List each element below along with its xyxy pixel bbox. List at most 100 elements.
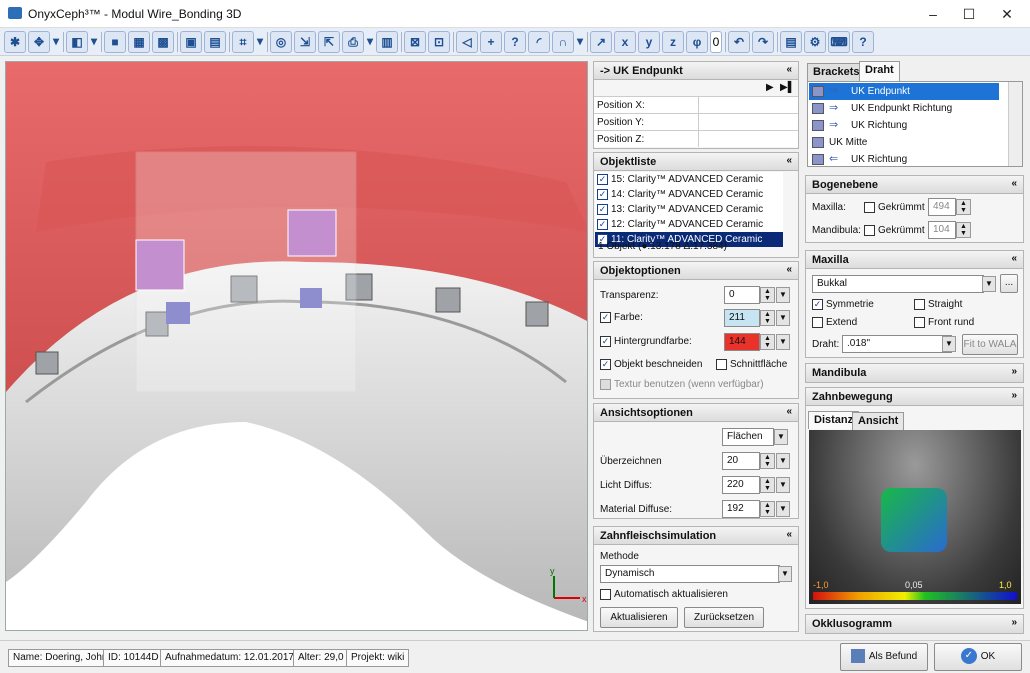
position-value[interactable] <box>698 97 798 113</box>
list-item[interactable]: ✓ 14: Clarity™ ADVANCED Ceramic <box>595 187 783 202</box>
bg-color-checkbox[interactable]: ✓ <box>600 336 611 347</box>
tab-draht[interactable]: Draht <box>859 61 900 81</box>
method-select[interactable]: Dynamisch <box>600 565 780 583</box>
view-option-spinner[interactable]: ▲ ▼ <box>760 453 775 469</box>
3d-viewport[interactable]: x y <box>5 61 588 631</box>
fit-to-wala-button[interactable]: Fit to WALA <box>962 334 1018 355</box>
list-item[interactable]: ⇐ UK Richtung <box>809 151 999 166</box>
transparency-dropdown[interactable]: ▼ <box>776 287 790 303</box>
transparency-input[interactable]: 0 <box>724 286 760 304</box>
list-item[interactable]: ⇒ UK Richtung <box>809 117 999 134</box>
maxilla-mode-dropdown[interactable]: ▼ <box>982 276 996 292</box>
bg-color-dropdown[interactable]: ▼ <box>776 334 790 350</box>
y-icon[interactable]: y <box>638 31 660 53</box>
phi-icon[interactable]: φ <box>686 31 708 53</box>
object-checkbox[interactable]: ✓ <box>597 219 608 230</box>
collapse-icon[interactable]: « <box>1011 178 1017 189</box>
grid-icon[interactable]: ▥ <box>376 31 398 53</box>
crop-icon[interactable]: ⌗ <box>232 31 254 53</box>
dropdown[interactable]: ▾ <box>366 31 374 53</box>
ok-button[interactable]: ✓ OK <box>934 643 1022 671</box>
pointer-icon[interactable]: ◁ <box>456 31 478 53</box>
keyboard-icon[interactable]: ⌨ <box>828 31 850 53</box>
front-round-checkbox[interactable] <box>914 317 925 328</box>
method-dropdown[interactable]: ▼ <box>778 566 792 582</box>
cube-icon[interactable]: ◧ <box>66 31 88 53</box>
color-checkbox[interactable]: ✓ <box>600 312 611 323</box>
print-icon[interactable]: ⎙ <box>342 31 364 53</box>
color-input[interactable]: 211 <box>724 309 760 327</box>
tab-ansicht[interactable]: Ansicht <box>852 412 905 430</box>
skip-end-icon[interactable]: ▶▌ <box>780 82 795 93</box>
transparency-spinner[interactable]: ▲ ▼ <box>760 287 775 303</box>
list-item[interactable]: ✓ 12: Clarity™ ADVANCED Ceramic <box>595 217 783 232</box>
as-finding-button[interactable]: Als Befund <box>840 643 928 671</box>
view-single[interactable]: ■ <box>104 31 126 53</box>
view-quad[interactable]: ▦ <box>128 31 150 53</box>
dropdown[interactable]: ▾ <box>256 31 264 53</box>
arc-icon[interactable]: ◜ <box>528 31 550 53</box>
bracket2-icon[interactable]: ⊡ <box>428 31 450 53</box>
collapse-icon[interactable]: « <box>786 155 792 166</box>
save-icon[interactable]: ▣ <box>180 31 202 53</box>
play-icon[interactable]: ▶ <box>766 82 774 93</box>
bg-color-spinner[interactable]: ▲ ▼ <box>760 334 775 350</box>
move-icon[interactable]: ✥ <box>28 31 50 53</box>
help-icon[interactable]: ? <box>852 31 874 53</box>
update-button[interactable]: Aktualisieren <box>600 607 678 628</box>
position-value[interactable] <box>698 131 798 147</box>
collapse-icon[interactable]: « <box>786 264 792 275</box>
export2-icon[interactable]: ⇱ <box>318 31 340 53</box>
reset-button[interactable]: Zurücksetzen <box>684 607 764 628</box>
list-item[interactable]: ⇒ UK Endpunkt Richtung <box>809 100 999 117</box>
add-point-icon[interactable]: + <box>480 31 502 53</box>
view-option-input[interactable]: 20 <box>722 452 760 470</box>
object-checkbox[interactable]: ✓ <box>597 189 608 200</box>
maxilla-mode-select[interactable]: Bukkal <box>812 275 984 293</box>
wire-select[interactable]: .018" <box>842 335 952 353</box>
view-grid[interactable]: ▩ <box>152 31 174 53</box>
mandibula-curved-checkbox[interactable] <box>864 225 875 236</box>
symmetry-checkbox[interactable]: ✓ <box>812 299 823 310</box>
report-icon[interactable]: ▤ <box>780 31 802 53</box>
dental-model-render[interactable]: x y <box>6 62 588 631</box>
redo-icon[interactable]: ↷ <box>752 31 774 53</box>
view-option-input[interactable]: 192 <box>722 500 760 518</box>
object-checkbox[interactable]: ✓ <box>597 204 608 215</box>
color-spinner[interactable]: ▲ ▼ <box>760 310 775 326</box>
z-icon[interactable]: z <box>662 31 684 53</box>
mandibula-spinner[interactable]: ▲ ▼ <box>956 222 971 238</box>
settings-icon[interactable]: ⚙ <box>804 31 826 53</box>
wire-dropdown[interactable]: ▼ <box>942 336 956 352</box>
x-icon[interactable]: x <box>614 31 636 53</box>
view-option-spinner[interactable]: ▲ ▼ <box>760 501 775 517</box>
bg-color-input[interactable]: 144 <box>724 333 760 351</box>
collapse-icon[interactable]: « <box>1011 253 1017 264</box>
save-as-icon[interactable]: ▤ <box>204 31 226 53</box>
maxilla-spinner[interactable]: ▲ ▼ <box>956 199 971 215</box>
position-value[interactable] <box>698 114 798 130</box>
dropdown[interactable]: ▾ <box>576 31 584 53</box>
mandibula-curve-input[interactable]: 104 <box>928 221 956 239</box>
expand-icon[interactable]: » <box>1011 390 1017 401</box>
measure-icon[interactable]: ◎ <box>270 31 292 53</box>
close-button[interactable]: ✕ <box>984 0 1030 28</box>
collapse-icon[interactable]: « <box>786 406 792 417</box>
view-option-dropdown[interactable]: ▼ <box>776 453 790 469</box>
collapse-icon[interactable]: « <box>786 529 792 540</box>
gear-icon[interactable]: ✱ <box>4 31 26 53</box>
render-mode-select[interactable]: Flächen <box>722 428 774 446</box>
dropdown[interactable]: ▾ <box>52 31 60 53</box>
list-item[interactable]: ✓ 15: Clarity™ ADVANCED Ceramic <box>595 172 783 187</box>
list-scrollbar[interactable] <box>1008 82 1022 166</box>
straight-checkbox[interactable] <box>914 299 925 310</box>
view-option-dropdown[interactable]: ▼ <box>776 477 790 493</box>
add-q-icon[interactable]: ? <box>504 31 526 53</box>
maxilla-more-button[interactable]: ... <box>1000 274 1018 293</box>
clip-object-checkbox[interactable]: ✓ <box>600 359 611 370</box>
list-item[interactable]: ⇒ UK Endpunkt <box>809 83 999 100</box>
view-option-spinner[interactable]: ▲ ▼ <box>760 477 775 493</box>
wire-point-list[interactable]: ⇒ UK Endpunkt ⇒ UK Endpunkt Richtung ⇒ UK Ric… <box>807 81 1023 167</box>
color-dropdown[interactable]: ▼ <box>776 310 790 326</box>
list-item[interactable]: ✓ 13: Clarity™ ADVANCED Ceramic <box>595 202 783 217</box>
